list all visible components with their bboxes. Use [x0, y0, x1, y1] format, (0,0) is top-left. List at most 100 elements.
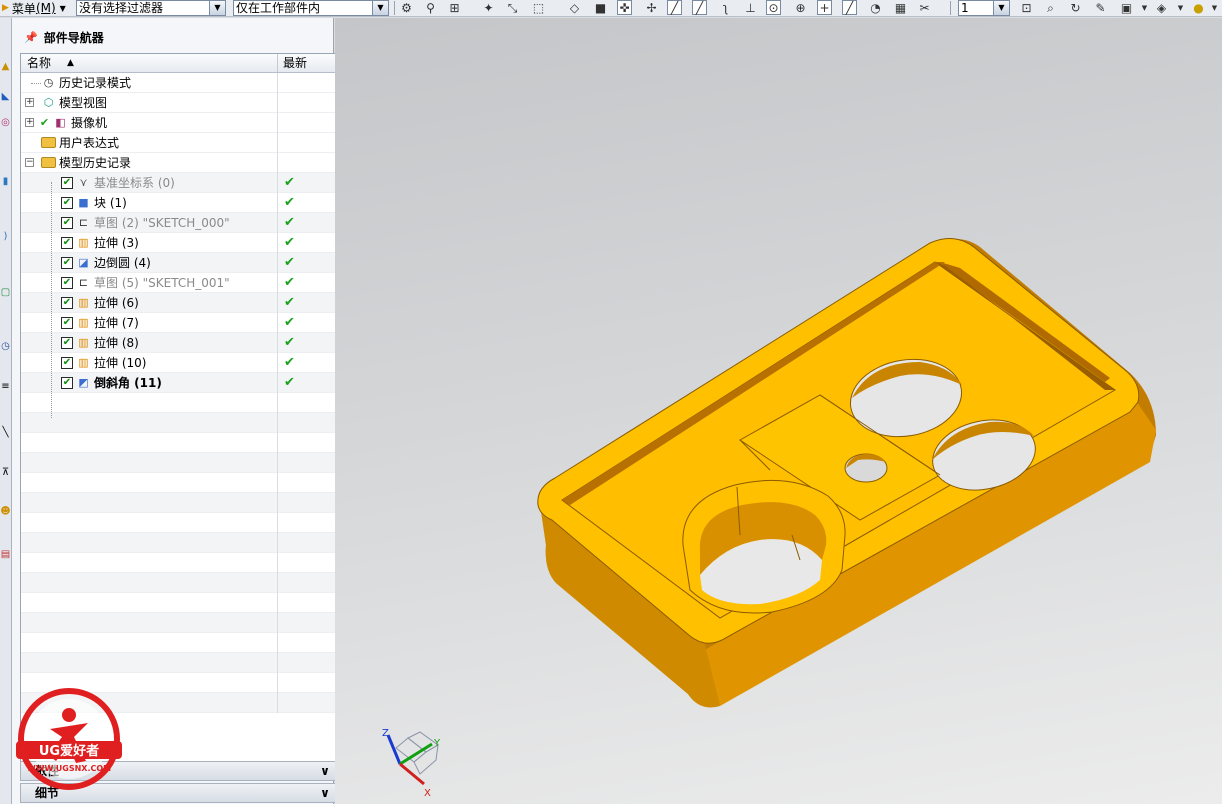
- selection-scope-value: 仅在工作部件内: [236, 1, 321, 15]
- background-icon[interactable]: ●: [1190, 0, 1207, 16]
- feature-checkbox[interactable]: ✔: [61, 336, 73, 349]
- roles-icon[interactable]: ╲: [0, 424, 11, 440]
- select-feature-icon[interactable]: ✦: [480, 0, 497, 16]
- render-style-icon[interactable]: ▣: [1118, 0, 1135, 16]
- system-scene-icon[interactable]: ⊼: [0, 464, 11, 480]
- visualization-icon[interactable]: ▤: [0, 546, 11, 562]
- feature-checkbox[interactable]: ✔: [61, 376, 73, 389]
- quick-pick-icon[interactable]: ⚲: [422, 0, 439, 16]
- column-header-name[interactable]: 名称 ▲: [21, 54, 278, 72]
- select-solid-icon[interactable]: ■: [592, 0, 609, 16]
- feature-row-extrude-8[interactable]: ✔ ▥ 拉伸 (8) ✔: [21, 332, 335, 353]
- feature-row-chamfer[interactable]: ✔ ◩ 倒斜角 (11) ✔: [21, 372, 335, 393]
- feature-row-extrude-3[interactable]: ✔ ▥ 拉伸 (3) ✔: [21, 232, 335, 253]
- snap-tangent-icon[interactable]: ╱: [692, 0, 707, 15]
- tree-node-label: 用户表达式: [59, 136, 120, 150]
- snap-quadrant-icon[interactable]: ⊕: [792, 0, 809, 16]
- chevron-down-icon[interactable]: ∨: [317, 785, 333, 801]
- reuse-library-icon[interactable]: ▮: [0, 173, 11, 189]
- snap-center-icon[interactable]: ⊙: [766, 0, 781, 15]
- feature-row-extrude-7[interactable]: ✔ ▥ 拉伸 (7) ✔: [21, 312, 335, 333]
- feature-checkbox[interactable]: ✔: [61, 216, 73, 229]
- zoom-icon[interactable]: ⌕: [1042, 0, 1059, 16]
- chevron-down-icon: ▼: [209, 1, 225, 15]
- feature-checkbox[interactable]: ✔: [61, 276, 73, 289]
- rectangle-select-icon[interactable]: ⬚: [530, 0, 547, 16]
- feature-row-sketch-001[interactable]: ✔ ⊏ 草图 (5) "SKETCH_001" ✔: [21, 272, 335, 293]
- clock-icon[interactable]: ◷: [0, 338, 11, 354]
- user-icon[interactable]: ☻: [0, 503, 11, 519]
- feature-checkbox[interactable]: ✔: [61, 256, 73, 269]
- fit-view-icon[interactable]: ⊡: [1018, 0, 1035, 16]
- feature-row-datum-csys[interactable]: ✔ ⋎ 基准坐标系 (0) ✔: [21, 172, 335, 193]
- menu-button[interactable]: ▶ 菜单 (M) ▼: [0, 0, 66, 16]
- selection-scope-dropdown[interactable]: 仅在工作部件内 ▼: [233, 0, 389, 16]
- column-name-label: 名称: [27, 56, 52, 70]
- latest-status: ✔: [284, 175, 295, 190]
- feature-row-sketch-000[interactable]: ✔ ⊏ 草图 (2) "SKETCH_000" ✔: [21, 212, 335, 233]
- pan-icon[interactable]: ✎: [1092, 0, 1109, 16]
- snap-on-curve-icon[interactable]: ╱: [842, 0, 857, 15]
- snap-intersection-icon[interactable]: ⊥: [742, 0, 759, 16]
- feature-row-edge-blend[interactable]: ✔ ◪ 边倒圆 (4) ✔: [21, 252, 335, 273]
- feature-row-block[interactable]: ✔ ■ 块 (1) ✔: [21, 192, 335, 213]
- part-model[interactable]: Z Y X: [335, 18, 1222, 804]
- tree-node-model-views[interactable]: + ⬡ 模型视图: [21, 92, 335, 113]
- graphics-window[interactable]: Z Y X: [335, 18, 1222, 804]
- feature-checkbox[interactable]: ✔: [61, 356, 73, 369]
- expand-icon[interactable]: +: [25, 117, 34, 127]
- snap-cross-icon[interactable]: +: [817, 0, 832, 15]
- rotate-icon[interactable]: ↻: [1067, 0, 1084, 16]
- snap-arc-icon[interactable]: ʅ: [717, 0, 734, 16]
- snap-endpoint-icon[interactable]: ✜: [617, 0, 632, 15]
- chamfer-icon: ◩: [78, 375, 89, 389]
- column-header-latest[interactable]: 最新: [278, 54, 324, 72]
- snap-midpoint-icon[interactable]: ✢: [643, 0, 660, 16]
- feature-checkbox[interactable]: ✔: [61, 296, 73, 309]
- palette-icon[interactable]: ≡: [0, 378, 11, 394]
- extrude-icon: ▥: [78, 295, 89, 309]
- chevron-down-icon[interactable]: ▼: [1172, 0, 1189, 16]
- snap-point-icon[interactable]: ⚙: [398, 0, 415, 16]
- orient-view-icon[interactable]: ◈: [1153, 0, 1170, 16]
- feature-row-extrude-10[interactable]: ✔ ▥ 拉伸 (10) ✔: [21, 352, 335, 373]
- part-navigator-icon[interactable]: ◎: [0, 114, 11, 130]
- snap-pole-icon[interactable]: ✂: [916, 0, 933, 16]
- select-face-icon[interactable]: ◇: [566, 0, 583, 16]
- snap-line-icon[interactable]: ╱: [667, 0, 682, 15]
- tree-node-label: 模型视图: [59, 96, 108, 110]
- feature-row-extrude-6[interactable]: ✔ ▥ 拉伸 (6) ✔: [21, 292, 335, 313]
- model-view-icon: ⬡: [43, 95, 54, 109]
- feature-label: 倒斜角 (11): [94, 376, 162, 390]
- assembly-navigator-icon[interactable]: ▲: [0, 58, 11, 74]
- tree-node-cameras[interactable]: + ✔ ◧ 摄像机: [21, 112, 335, 133]
- web-browser-icon[interactable]: ): [0, 228, 11, 244]
- layer-dropdown[interactable]: 1 ▼: [958, 0, 1010, 16]
- constraint-navigator-icon[interactable]: ◣: [0, 88, 11, 104]
- tree-node-model-history[interactable]: − 模型历史记录: [21, 152, 335, 173]
- chevron-down-icon[interactable]: ▼: [1136, 0, 1153, 16]
- history-icon[interactable]: ▢: [0, 284, 11, 300]
- collapse-icon[interactable]: −: [25, 157, 34, 167]
- general-selection-icon[interactable]: ⊞: [446, 0, 463, 16]
- snap-face-icon[interactable]: ◔: [867, 0, 884, 16]
- tree-node-user-expressions[interactable]: 用户表达式: [21, 132, 335, 153]
- feature-checkbox[interactable]: ✔: [61, 316, 73, 329]
- chevron-down-icon[interactable]: ∨: [317, 763, 333, 779]
- selection-filter-dropdown[interactable]: 没有选择过滤器 ▼: [76, 0, 226, 16]
- checkmark-icon: ✔: [39, 115, 50, 129]
- feature-checkbox[interactable]: ✔: [61, 236, 73, 249]
- feature-label: 基准坐标系 (0): [94, 176, 175, 190]
- latest-status: ✔: [284, 355, 295, 370]
- chevron-down-icon: ▼: [993, 1, 1009, 15]
- panel-title: 部件导航器: [43, 30, 104, 45]
- chevron-down-icon[interactable]: ▼: [1206, 0, 1222, 16]
- feature-checkbox[interactable]: ✔: [61, 196, 73, 209]
- select-body-icon[interactable]: ⤡: [504, 0, 521, 16]
- feature-checkbox[interactable]: ✔: [61, 176, 73, 189]
- menu-icon: ▶: [2, 3, 9, 13]
- tree-node-history-mode[interactable]: ◷ 历史记录模式: [21, 72, 335, 93]
- expand-icon[interactable]: +: [25, 97, 34, 107]
- snap-grid-icon[interactable]: ▦: [892, 0, 909, 16]
- pin-icon[interactable]: 📌: [24, 31, 38, 44]
